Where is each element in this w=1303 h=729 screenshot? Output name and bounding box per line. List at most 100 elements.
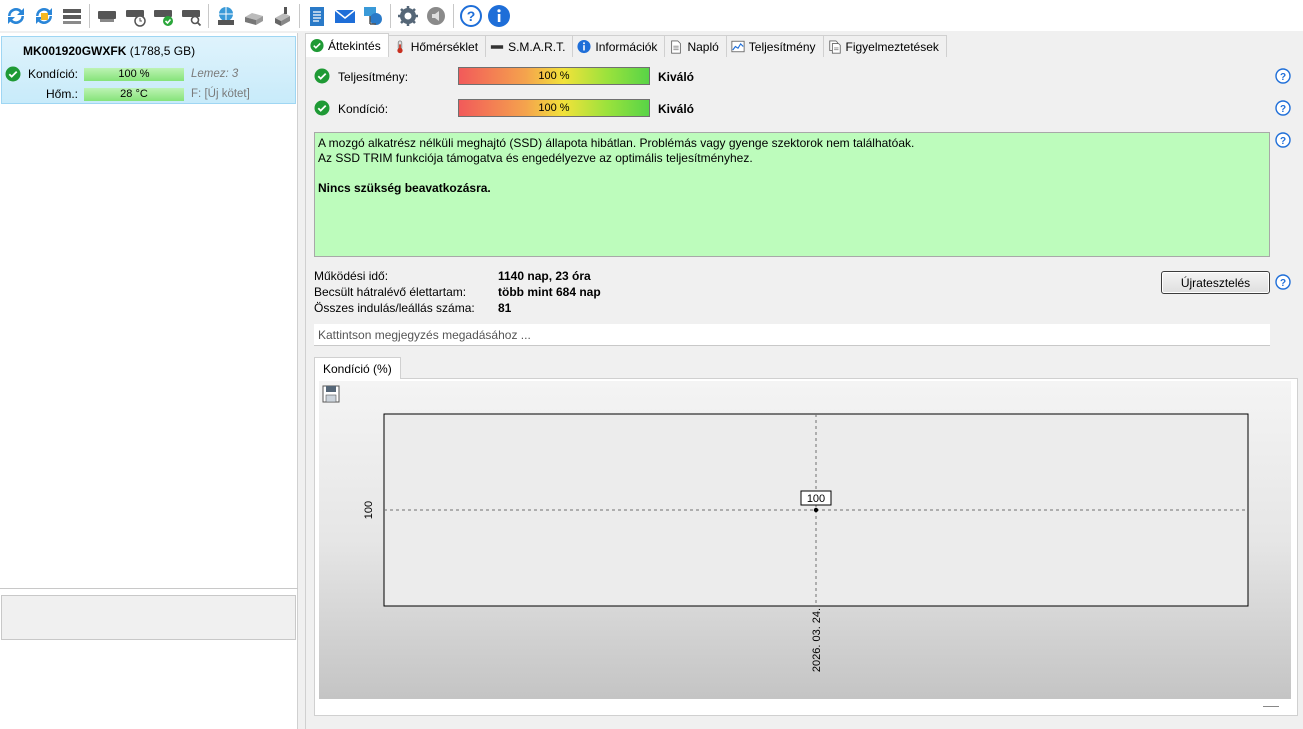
toolbar-separator xyxy=(89,3,90,28)
overview-panel: Teljesítmény: 100 % Kiváló ? Kondíció: 1… xyxy=(305,57,1303,729)
check-icon xyxy=(314,100,330,116)
volume-prefix: F: xyxy=(191,88,202,100)
disk-temp-row: Hőm.: 28 °C F: [Új kötet] xyxy=(2,86,297,102)
toolbar-separator xyxy=(453,3,454,28)
thermometer-icon xyxy=(393,39,407,54)
y-tick-label: 100 xyxy=(363,501,375,519)
tab-condition-chart[interactable]: Kondíció (%) xyxy=(314,357,401,379)
retest-button[interactable]: Újratesztelés xyxy=(1161,271,1270,294)
performance-label: Teljesítmény: xyxy=(338,70,409,84)
remaining-life-value: több mint 684 nap xyxy=(498,285,601,299)
disk-volume: F: [Új kötet] xyxy=(191,88,250,100)
hdd-icon[interactable] xyxy=(93,2,121,30)
condition-chart-panel: 100 2026. 03. 24. 100 xyxy=(314,378,1298,716)
sound-icon[interactable] xyxy=(422,2,450,30)
toolbar-separator xyxy=(208,3,209,28)
disk-temp-label: Hőm.: xyxy=(45,87,78,101)
check-icon xyxy=(310,38,324,53)
main-toolbar: ? xyxy=(0,0,1303,31)
disk-size: (1788,5 GB) xyxy=(129,44,196,58)
refresh-all-icon[interactable] xyxy=(30,2,58,30)
disk-model: MK001920GWXFK xyxy=(23,44,127,58)
hdd-clock-icon[interactable] xyxy=(121,2,149,30)
tab-overview[interactable]: Áttekintés xyxy=(305,33,389,57)
drive-icon xyxy=(490,40,504,54)
status-line-2: Az SSD TRIM funkciója támogatva és enged… xyxy=(318,151,753,165)
data-point[interactable] xyxy=(813,507,819,513)
tab-label: S.M.A.R.T. xyxy=(508,39,566,54)
resize-grip[interactable] xyxy=(1263,706,1279,707)
disk-temp-bar: 28 °C xyxy=(84,87,184,101)
email-icon[interactable] xyxy=(331,2,359,30)
disk-item[interactable]: MK001920GWXFK (1788,5 GB) Kondíció: 100 … xyxy=(1,36,296,104)
hdd-check-icon[interactable] xyxy=(149,2,177,30)
tab-label: Információk xyxy=(595,39,658,54)
drive-list-icon[interactable] xyxy=(58,2,86,30)
uptime-label: Működési idő: xyxy=(314,269,389,283)
svg-text:?: ? xyxy=(1280,278,1286,289)
tab-label: Teljesítmény xyxy=(748,39,816,54)
chart-svg: 100 2026. 03. 24. 100 xyxy=(363,413,1249,672)
document-icon xyxy=(669,39,683,54)
network-icon[interactable] xyxy=(359,2,387,30)
disk-number: Lemez: 3 xyxy=(191,68,239,80)
volume-name: [Új kötet] xyxy=(204,88,250,100)
uptime-value: 1140 nap, 23 óra xyxy=(498,269,591,283)
main-tabs: Áttekintés Hőmérséklet S.M.A.R.T. Inform… xyxy=(305,33,947,57)
left-detail-box xyxy=(1,595,296,640)
usb-drive-icon[interactable] xyxy=(268,2,296,30)
help-icon[interactable]: ? xyxy=(1275,100,1291,116)
left-splitter[interactable] xyxy=(0,588,298,589)
status-line-1: A mozgó alkatrész nélküli meghajtó (SSD)… xyxy=(318,136,915,150)
help-icon[interactable]: ? xyxy=(457,2,485,30)
performance-bar: 100 % xyxy=(458,67,650,85)
toolbar-separator xyxy=(390,3,391,28)
help-icon[interactable]: ? xyxy=(1275,68,1291,84)
performance-rating: Kiváló xyxy=(658,70,695,84)
tab-label: Napló xyxy=(687,39,719,54)
drives-icon[interactable] xyxy=(240,2,268,30)
check-icon xyxy=(314,68,330,84)
condition-label: Kondíció: xyxy=(338,102,389,116)
tab-temperature[interactable]: Hőmérséklet xyxy=(387,35,487,57)
condition-bar: 100 % xyxy=(458,99,650,117)
info-icon[interactable] xyxy=(485,2,513,30)
chart-icon xyxy=(731,40,745,54)
tab-label: Áttekintés xyxy=(328,38,381,53)
disk-condition-bar: 100 % xyxy=(84,67,184,81)
tab-label: Figyelmeztetések xyxy=(845,39,939,54)
svg-text:?: ? xyxy=(1280,104,1286,115)
startstop-label: Összes indulás/leállás száma: xyxy=(314,301,475,315)
svg-text:?: ? xyxy=(1280,136,1286,147)
tab-smart[interactable]: S.M.A.R.T. xyxy=(485,35,574,57)
network-drive-icon[interactable] xyxy=(212,2,240,30)
data-label: 100 xyxy=(807,493,825,505)
toolbar-separator xyxy=(299,3,300,28)
alerts-icon xyxy=(828,39,842,54)
tab-label: Hőmérséklet xyxy=(410,39,479,54)
notes-icon[interactable] xyxy=(303,2,331,30)
refresh-icon[interactable] xyxy=(2,2,30,30)
tab-performance[interactable]: Teljesítmény xyxy=(725,35,824,57)
startstop-value: 81 xyxy=(498,301,512,315)
x-tick-label: 2026. 03. 24. xyxy=(811,608,823,672)
tab-information[interactable]: Információk xyxy=(572,35,666,57)
help-icon[interactable]: ? xyxy=(1275,132,1291,148)
remaining-life-label: Becsült hátralévő élettartam: xyxy=(314,285,467,299)
tab-alerts[interactable]: Figyelmeztetések xyxy=(822,35,947,57)
tab-log[interactable]: Napló xyxy=(664,35,727,57)
disk-condition-label: Kondíció: xyxy=(27,67,78,81)
hdd-search-icon[interactable] xyxy=(177,2,205,30)
status-description: A mozgó alkatrész nélküli meghajtó (SSD)… xyxy=(314,132,1270,257)
help-icon[interactable]: ? xyxy=(1275,274,1291,290)
disk-condition-row: Kondíció: 100 % Lemez: 3 xyxy=(2,66,297,82)
disk-list-panel: MK001920GWXFK (1788,5 GB) Kondíció: 100 … xyxy=(0,33,298,729)
settings-icon[interactable] xyxy=(394,2,422,30)
svg-text:?: ? xyxy=(1280,72,1286,83)
note-input[interactable] xyxy=(314,324,1270,346)
svg-text:?: ? xyxy=(467,8,476,24)
condition-chart: 100 2026. 03. 24. 100 xyxy=(319,381,1291,699)
disk-title: MK001920GWXFK (1788,5 GB) xyxy=(23,44,195,58)
condition-rating: Kiváló xyxy=(658,102,695,116)
status-action: Nincs szükség beavatkozásra. xyxy=(318,181,491,195)
